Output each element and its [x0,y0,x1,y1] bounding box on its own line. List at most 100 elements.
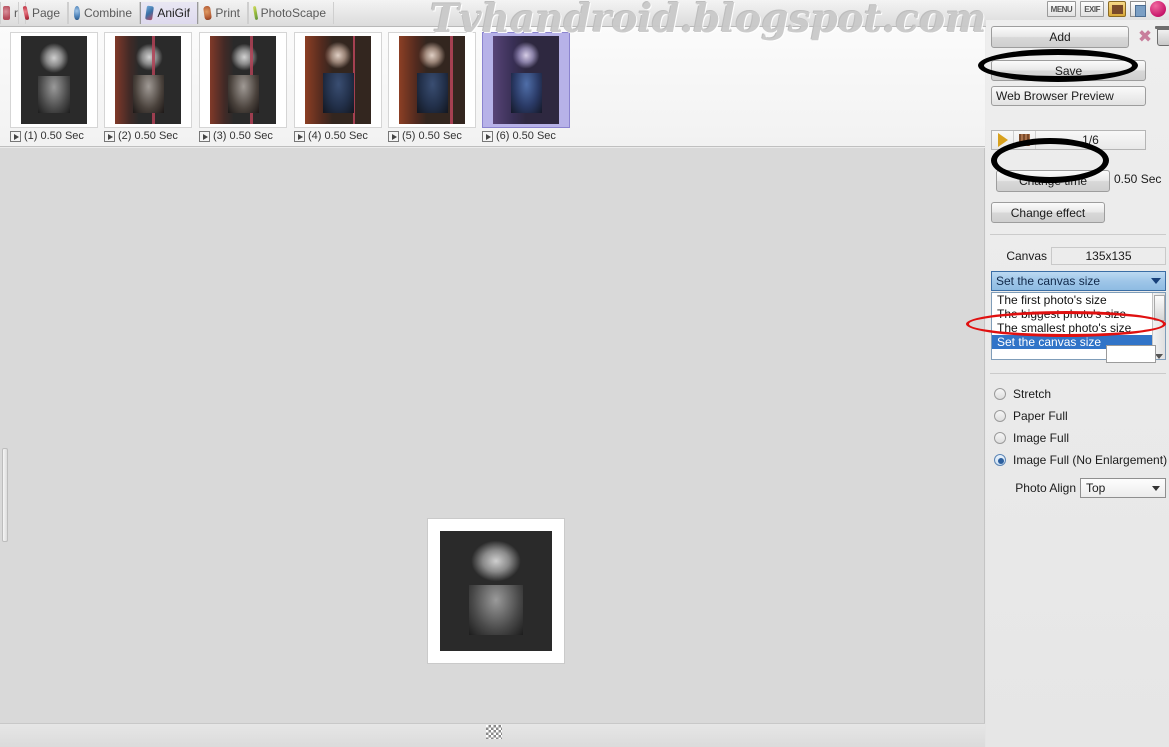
play-frame-icon[interactable] [199,130,210,142]
photo-align-value: Top [1086,481,1106,495]
transparency-checker-icon[interactable] [486,725,502,739]
photo-align-row: Photo Align Top [994,478,1166,498]
tab-photoscape[interactable]: PhotoScape [248,2,334,24]
help-icon[interactable] [1150,1,1166,17]
thumbnail-frame-2[interactable] [104,32,192,128]
web-browser-preview-button[interactable]: Web Browser Preview [991,86,1146,106]
page-icon [22,5,30,21]
trash-icon[interactable] [1155,26,1169,46]
exif-icon[interactable]: EXIF [1080,1,1104,17]
anigif-icon [145,5,155,21]
thumbnail-frame-4[interactable] [294,32,382,128]
play-icon[interactable] [992,131,1014,149]
chevron-down-icon [1152,486,1160,491]
radio-image-full-label: Image Full [1013,431,1070,445]
tab-print[interactable]: Print [198,2,248,24]
change-time-button[interactable]: Change time [996,170,1110,192]
tab-page[interactable]: Page [18,2,68,24]
anigif-settings-panel: Add ✖ Save Web Browser Preview 1/6 Chang… [986,20,1169,747]
radio-button-icon[interactable] [994,432,1006,444]
frame-filmstrip: (1) 0.50 Sec (2) 0.50 Sec (3) 0.50 Sec (… [0,27,985,147]
thumbnail-label-row-4: (4) 0.50 Sec [294,130,382,142]
radio-button-icon-selected[interactable] [994,454,1006,466]
list-item[interactable]: (3) 0.50 Sec [199,32,287,142]
photoscape-anigif-window: r Page Combine AniGif Print PhotoScape M… [0,0,1169,747]
list-item[interactable]: (2) 0.50 Sec [104,32,192,142]
thumbnail-frame-3[interactable] [199,32,287,128]
radio-image-full-no-enlargement-label: Image Full (No Enlargement) [1013,453,1168,467]
change-effect-button[interactable]: Change effect [991,202,1105,223]
thumbnail-label-row-6: (6) 0.50 Sec [482,130,570,142]
left-panel-splitter-handle[interactable] [2,448,8,542]
list-item[interactable]: (5) 0.50 Sec [388,32,476,142]
preview-canvas-area[interactable] [0,148,985,723]
list-item[interactable]: (1) 0.50 Sec [10,32,98,142]
radio-paper-full[interactable]: Paper Full [994,409,1068,423]
print-icon [203,5,213,21]
photo-align-select[interactable]: Top [1080,478,1166,498]
play-frame-icon[interactable] [388,130,399,142]
thumbnail-image-6 [493,36,559,124]
save-button[interactable]: Save [991,60,1146,81]
panel-divider [990,234,1166,235]
panel-divider [990,373,1166,374]
tab-anigif[interactable]: AniGif [140,2,198,24]
thumbnail-image-2 [115,36,181,124]
dropdown-option-biggest-photo[interactable]: The biggest photo's size [992,307,1165,321]
radio-image-full[interactable]: Image Full [994,431,1069,445]
thumbnail-image-3 [210,36,276,124]
slideshow-icon[interactable] [1108,1,1126,17]
tab-combine[interactable]: Combine [68,2,140,24]
tab-photoscape-label: PhotoScape [260,6,326,20]
canvas-size-value[interactable]: 135x135 [1051,247,1166,265]
add-button[interactable]: Add [991,26,1129,48]
play-frame-icon[interactable] [104,130,115,142]
thumbnail-label-6: (6) 0.50 Sec [496,130,556,142]
thumbnail-label-1: (1) 0.50 Sec [24,130,84,142]
thumbnail-image-5 [399,36,465,124]
canvas-size-spinner[interactable] [1106,345,1156,363]
photoscape-icon [252,5,258,21]
canvas-preview-photo-frame [428,519,564,663]
thumbnail-frame-5[interactable] [388,32,476,128]
thumbnail-label-2: (2) 0.50 Sec [118,130,178,142]
thumbnail-image-1 [21,36,87,124]
thumbnail-label-3: (3) 0.50 Sec [213,130,273,142]
tab-anigif-label: AniGif [157,6,190,20]
copy-icon[interactable] [1130,1,1146,17]
partial-tab-icon [3,6,10,20]
radio-stretch[interactable]: Stretch [994,387,1051,401]
frame-counter: 1/6 [1082,133,1099,147]
canvas-mode-selected-label: Set the canvas size [996,274,1101,288]
radio-button-icon[interactable] [994,388,1006,400]
list-item[interactable]: (6) 0.50 Sec [482,32,570,142]
dropdown-option-smallest-photo[interactable]: The smallest photo's size [992,321,1165,335]
play-frame-icon[interactable] [482,130,493,142]
chevron-down-icon [1151,278,1161,284]
thumbnail-label-row-1: (1) 0.50 Sec [10,130,98,142]
thumbnail-label-row-5: (5) 0.50 Sec [388,130,476,142]
photo-align-label: Photo Align [1015,481,1076,495]
menu-icon[interactable]: MENU [1046,1,1077,17]
canvas-preview-photo [440,531,552,651]
dropdown-scrollbar-thumb[interactable] [1154,295,1165,321]
top-right-icon-strip: MENU EXIF [1046,1,1166,17]
tab-combine-label: Combine [83,6,132,20]
dropdown-option-first-photo[interactable]: The first photo's size [992,293,1165,307]
play-frame-icon[interactable] [10,130,21,142]
playback-controls: 1/6 [991,130,1146,150]
thumbnail-frame-1[interactable] [10,32,98,128]
radio-image-full-no-enlargement[interactable]: Image Full (No Enlargement) [994,453,1167,467]
cut-icon[interactable]: ✖ [1136,27,1154,46]
play-frame-icon[interactable] [294,130,305,142]
stop-icon[interactable] [1014,131,1036,149]
thumbnail-frame-6[interactable] [482,32,570,128]
list-item[interactable]: (4) 0.50 Sec [294,32,382,142]
thumbnail-label-row-2: (2) 0.50 Sec [104,130,192,142]
tab-page-label: Page [31,6,60,20]
thumbnail-label-4: (4) 0.50 Sec [308,130,368,142]
combine-icon [74,6,80,20]
thumbnail-image-4 [305,36,371,124]
radio-button-icon[interactable] [994,410,1006,422]
canvas-mode-select[interactable]: Set the canvas size [991,271,1166,291]
